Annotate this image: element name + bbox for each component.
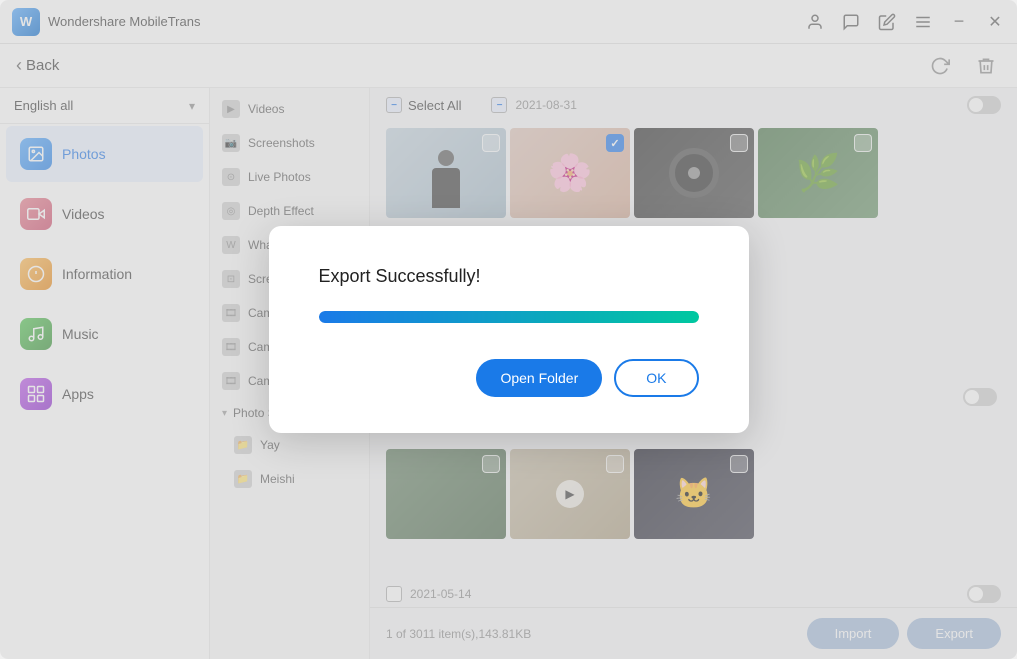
progress-bar-fill [319,311,699,323]
progress-bar-track [319,311,699,323]
dialog-title: Export Successfully! [319,266,481,287]
ok-button[interactable]: OK [614,359,698,397]
open-folder-button[interactable]: Open Folder [476,359,602,397]
app-window: W Wondershare MobileTrans [0,0,1017,659]
dialog-buttons: Open Folder OK [476,359,698,397]
dialog-overlay: Export Successfully! Open Folder OK [0,0,1017,659]
export-dialog: Export Successfully! Open Folder OK [269,226,749,433]
